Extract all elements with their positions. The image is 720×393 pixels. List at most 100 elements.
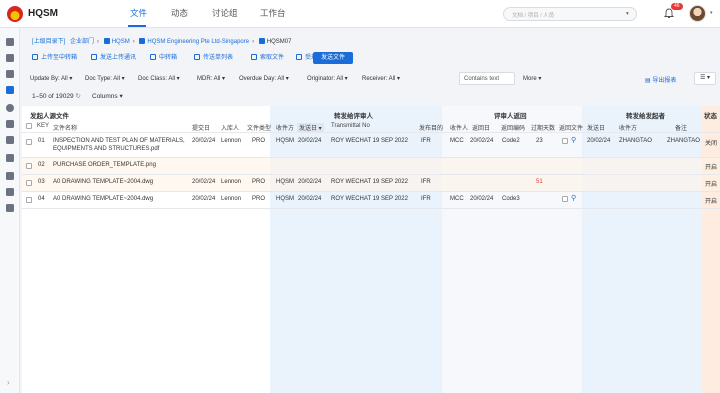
col-forward-date[interactable]: 发送日 [587, 123, 605, 132]
filter-receiver[interactable]: Receiver: All ▾ [362, 75, 400, 82]
col-file-name[interactable]: 文件名称 [53, 123, 77, 132]
col-uploader[interactable]: 入库人 [221, 123, 239, 132]
folder-icon [139, 38, 146, 44]
top-bar: HQSM 文件 动态 讨论组 工作台 文档 / 项目 / 人员 ▾ 46 ▾ [0, 0, 720, 28]
table-row[interactable]: 02 PURCHASE ORDER_TEMPLATE.png 开启 [22, 158, 720, 174]
table-row[interactable]: 03 A0 DRAWING TEMPLATE~2004.dwg 20/02/24… [22, 175, 720, 191]
filter-originator[interactable]: Originator: All ▾ [307, 75, 348, 82]
filter-doc-type[interactable]: Doc Type: All ▾ [85, 75, 125, 82]
col-transmittal-no[interactable]: Transmittal No [331, 123, 370, 129]
col-recipient[interactable]: 收件方 [276, 123, 294, 132]
avatar[interactable] [689, 5, 706, 22]
view-toggle-button[interactable]: ☰ ▾ [694, 72, 716, 85]
send-file-button[interactable]: 发送文件 [313, 52, 353, 64]
sidebar-home-icon[interactable] [6, 38, 14, 46]
upload-to-transfer-button[interactable]: 上传至中转箱 [32, 52, 77, 61]
clip-icon[interactable]: ⚲ [571, 136, 576, 144]
logo-icon [7, 6, 23, 22]
status-badge: 关闭 [705, 141, 718, 147]
transfer-box-button[interactable]: 中转箱 [150, 52, 177, 61]
col-send-date[interactable]: 发送日 ▾ [297, 123, 324, 132]
tab-activity[interactable]: 动态 [171, 7, 188, 19]
sidebar-project-icon[interactable] [6, 54, 14, 62]
export-report-button[interactable]: ▤ 导出报表 [645, 75, 676, 84]
transmittal-list-button[interactable]: 传送单列表 [194, 52, 233, 61]
search-input[interactable]: 文档 / 项目 / 人员 ▾ [503, 7, 637, 21]
return-file-checkbox[interactable] [562, 138, 568, 144]
col-reviewer[interactable]: 收件人 [450, 123, 468, 132]
breadcrumb-item[interactable]: 企业部门 [70, 39, 94, 45]
file-name[interactable]: PURCHASE ORDER_TEMPLATE.png [53, 162, 156, 168]
send-upload-notice-button[interactable]: 发送上传通讯 [91, 52, 136, 61]
status-badge: 开启 [705, 199, 718, 205]
filter-update-by[interactable]: Update By: All ▾ [30, 75, 72, 82]
sidebar-task-icon[interactable] [6, 188, 14, 196]
col-purpose[interactable]: 发布目的 [419, 123, 443, 132]
breadcrumb-current: HQSM07 [266, 39, 292, 45]
breadcrumb-item[interactable]: HQSM Engineering Pte Ltd-Singapore [147, 39, 249, 45]
sidebar-clock-icon[interactable] [6, 104, 14, 112]
col-return-file[interactable]: 返回文件 [559, 123, 583, 132]
tab-discussion[interactable]: 讨论组 [212, 7, 238, 19]
search-scope-caret[interactable]: ▾ [626, 11, 629, 17]
columns-button[interactable]: Columns ▾ [92, 92, 123, 100]
filter-overdue-day[interactable]: Overdue Day: All ▾ [239, 75, 289, 82]
document-grid: 发起人源文件 转发给评审人 评审人返回 转发给发起者 状态 KEY 文件名称 提… [22, 106, 720, 393]
search-placeholder: 文档 / 项目 / 人员 [512, 13, 555, 19]
row-checkbox[interactable] [26, 180, 32, 186]
clip-icon[interactable]: ⚲ [571, 194, 576, 202]
sidebar-flow-icon[interactable] [6, 136, 14, 144]
col-return-date[interactable]: 返回日 [472, 123, 490, 132]
tab-workbench[interactable]: 工作台 [260, 7, 286, 19]
sidebar-folder-icon[interactable] [6, 86, 14, 94]
col-overdue-days[interactable]: 过期天数 [531, 123, 555, 132]
folder-icon [258, 38, 265, 44]
accept-icon [296, 54, 302, 60]
col-submit-date[interactable]: 提交日 [192, 123, 210, 132]
col-key[interactable]: KEY [37, 123, 49, 129]
record-count: 1–50 of 19029 ↻ [32, 93, 81, 100]
file-name[interactable]: A0 DRAWING TEMPLATE~2004.dwg [53, 196, 153, 202]
col-return-code[interactable]: 返回编码 [501, 123, 525, 132]
filter-doc-class[interactable]: Doc Class: All ▾ [138, 75, 180, 82]
sidebar-trash-icon[interactable] [6, 204, 14, 212]
filter-mdr[interactable]: MDR: All ▾ [197, 75, 225, 82]
contains-text-input[interactable]: Contains text [459, 72, 515, 85]
return-file-checkbox[interactable] [562, 196, 568, 202]
overdue-days-value: 51 [536, 179, 543, 185]
status-badge: 开启 [705, 182, 718, 188]
breadcrumb: [上级目录下] 企业部门 › HQSM › HQSM Engineering Pte… [32, 38, 292, 45]
sidebar-expand-icon[interactable]: › [7, 378, 10, 387]
list-icon [194, 54, 200, 60]
sidebar-mail-icon[interactable] [6, 172, 14, 180]
file-name[interactable]: A0 DRAWING TEMPLATE~2004.dwg [53, 179, 153, 185]
group-to-reviewer: 转发给评审人 [334, 113, 373, 120]
upload-icon [32, 54, 38, 60]
more-filters-button[interactable]: More ▾ [523, 75, 541, 82]
col-file-type[interactable]: 文件类型 [247, 123, 271, 132]
sidebar-team-icon[interactable] [6, 70, 14, 78]
breadcrumb-root[interactable]: [上级目录下] [32, 39, 65, 45]
refresh-icon[interactable]: ↻ [75, 93, 80, 100]
box-icon [150, 54, 156, 60]
request-file-button[interactable]: 索取文件 [251, 52, 284, 61]
select-all-checkbox[interactable] [26, 123, 32, 129]
col-forward-recipient[interactable]: 收件方 [619, 123, 637, 132]
row-checkbox[interactable] [26, 163, 32, 169]
tab-files[interactable]: 文件 [130, 7, 147, 19]
notification-badge: 46 [671, 3, 683, 10]
avatar-caret-icon[interactable]: ▾ [710, 10, 713, 16]
row-checkbox[interactable] [26, 197, 32, 203]
file-name-cont[interactable]: EQUIPMENTS AND STRUCTURES.pdf [53, 146, 159, 152]
col-remark[interactable]: 备注 [675, 123, 687, 132]
group-status: 状态 [704, 113, 717, 120]
file-name[interactable]: INSPECTION AND TEST PLAN OF MATERIALS, [53, 138, 185, 144]
row-checkbox[interactable] [26, 139, 32, 145]
sidebar-share-icon[interactable] [6, 120, 14, 128]
table-row[interactable]: 04 A0 DRAWING TEMPLATE~2004.dwg 20/02/24… [22, 192, 720, 208]
sidebar-star-icon[interactable] [6, 154, 14, 162]
status-badge: 开启 [705, 165, 718, 171]
table-row[interactable]: 01 INSPECTION AND TEST PLAN OF MATERIALS… [22, 133, 720, 157]
breadcrumb-item[interactable]: HQSM [112, 39, 130, 45]
group-originator: 发起人源文件 [30, 113, 69, 120]
